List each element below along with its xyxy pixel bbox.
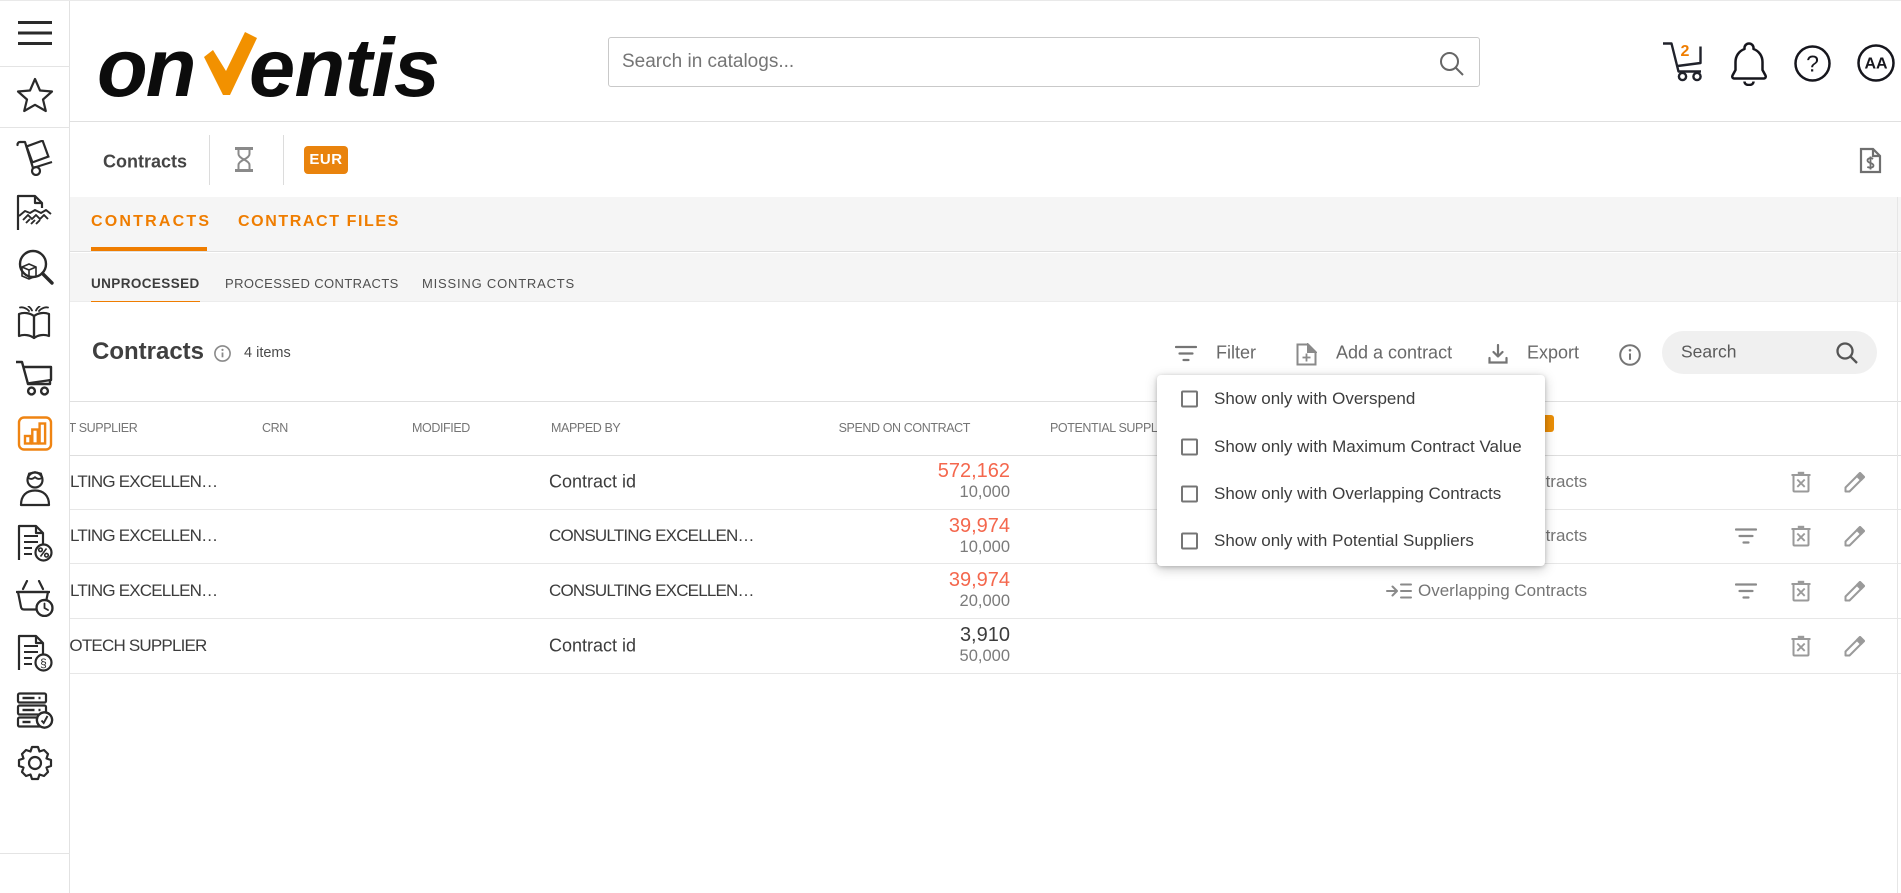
svg-text:§: §	[40, 656, 47, 670]
svg-text:?: ?	[1806, 51, 1819, 77]
svg-text:2: 2	[1681, 43, 1690, 60]
svg-text:AA: AA	[1864, 56, 1888, 73]
